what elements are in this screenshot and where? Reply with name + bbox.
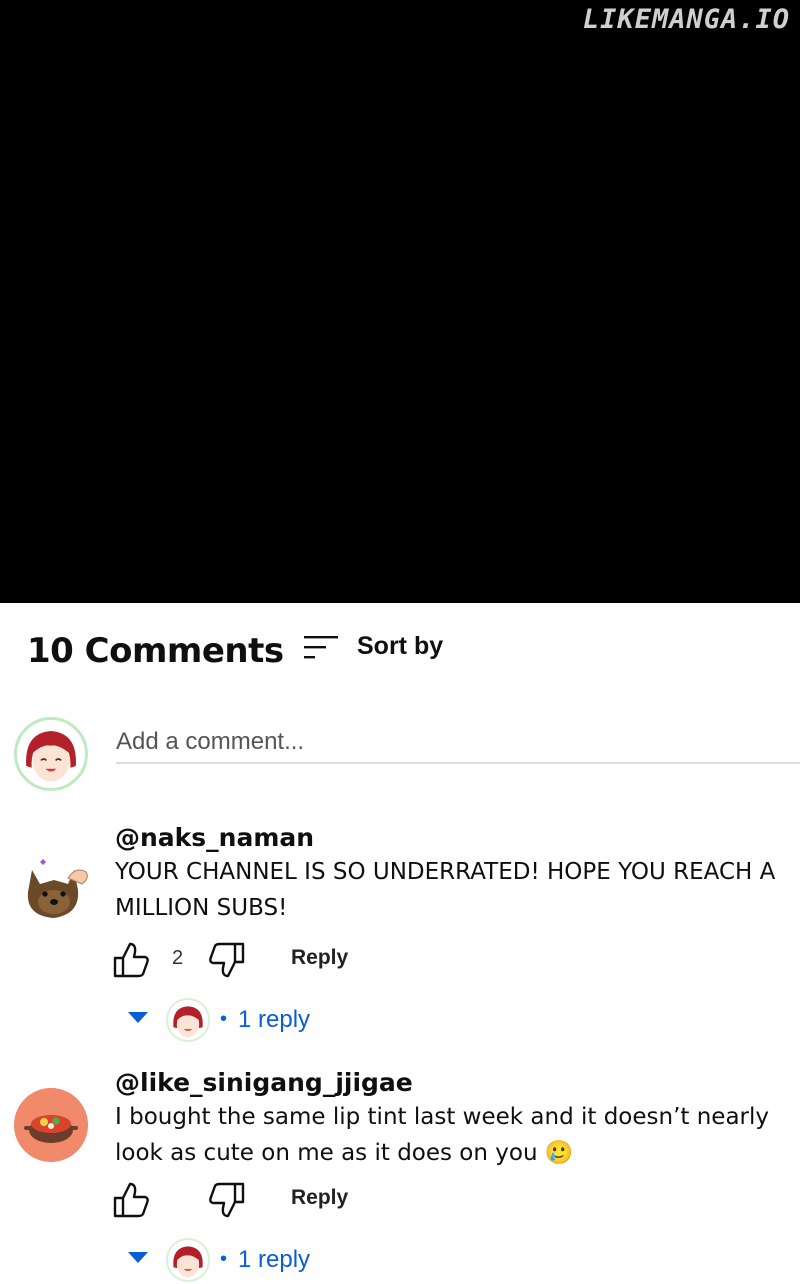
video-player[interactable]: LIKEMANGA.IO: [0, 0, 800, 603]
sort-by-button[interactable]: Sort by: [357, 632, 443, 661]
avatar: [14, 1088, 88, 1162]
like-count: 2: [172, 947, 184, 969]
avatar: [14, 850, 94, 930]
reply-button[interactable]: Reply: [291, 1186, 348, 1210]
sort-icon[interactable]: [303, 633, 339, 663]
view-replies-button[interactable]: • 1 reply: [128, 998, 428, 1044]
separator-dot: •: [220, 1008, 228, 1030]
caret-down-icon: [128, 1012, 148, 1023]
view-replies-button[interactable]: • 1 reply: [128, 1238, 428, 1284]
comment-text: I bought the same lip tint last week and…: [115, 1104, 769, 1166]
avatar: [166, 1238, 210, 1282]
comment-actions: 2 Reply: [110, 940, 510, 980]
comment-text: YOUR CHANNEL IS SO UNDERRATED! HOPE YOU …: [115, 859, 776, 921]
caret-down-icon: [128, 1252, 148, 1263]
thumbs-up-icon[interactable]: [110, 940, 152, 980]
watermark: LIKEMANGA.IO: [582, 4, 790, 35]
comment-actions: Reply: [110, 1180, 510, 1220]
comment-author[interactable]: @naks_naman: [115, 823, 314, 852]
reply-button[interactable]: Reply: [291, 946, 348, 970]
comments-header: 10 Comments Sort by: [0, 603, 800, 703]
avatar: [166, 998, 210, 1042]
thumbs-down-icon[interactable]: [206, 1180, 248, 1220]
replies-link[interactable]: 1 reply: [238, 1246, 310, 1274]
add-comment-input[interactable]: [116, 722, 800, 764]
comment-author[interactable]: @like_sinigang_jjigae: [115, 1068, 413, 1097]
comment-count: 10 Comments: [27, 631, 284, 671]
add-comment-row: [0, 712, 800, 792]
thumbs-up-icon[interactable]: [110, 1180, 152, 1220]
avatar: [14, 717, 88, 791]
comment-item: @naks_naman YOUR CHANNEL IS SO UNDERRATE…: [0, 820, 800, 1042]
thumbs-down-icon[interactable]: [206, 940, 248, 980]
replies-link[interactable]: 1 reply: [238, 1006, 310, 1034]
separator-dot: •: [220, 1248, 228, 1270]
comment-item: @like_sinigang_jjigae I bought the same …: [0, 1066, 800, 1282]
